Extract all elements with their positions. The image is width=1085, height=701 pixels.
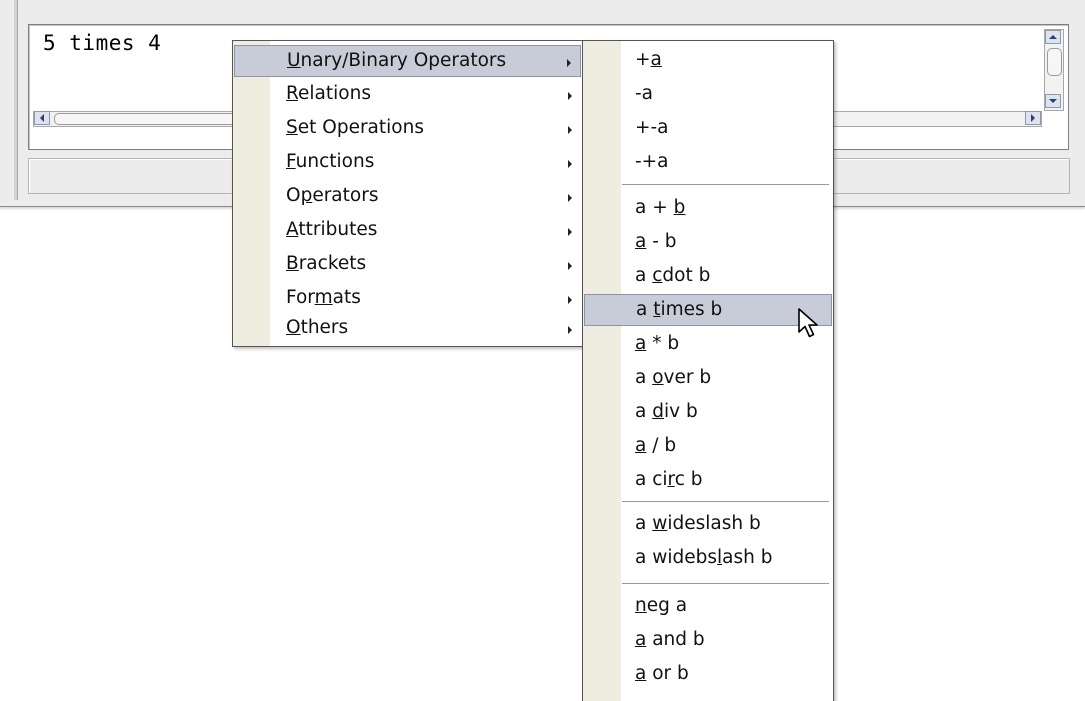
submenu-arrow-icon [568, 228, 572, 236]
submenu-item-neg-a[interactable]: neg a [584, 591, 832, 623]
submenu-item-a-and-b[interactable]: a and b [584, 625, 832, 657]
submenu-item-minusplus-a[interactable]: -+a [584, 147, 832, 179]
submenu-item-minus-a[interactable]: -a [584, 79, 832, 111]
submenu-item-plusminus-a[interactable]: +-a [584, 113, 832, 145]
scroll-down-icon[interactable] [1045, 94, 1061, 108]
menu-item-others[interactable]: Others [234, 313, 581, 345]
submenu-item-a-or-b[interactable]: a or b [584, 659, 832, 691]
submenu-item-a-wideslash-b[interactable]: a wideslash b [584, 509, 832, 541]
menu-item-relations[interactable]: Relations [234, 79, 581, 111]
scroll-up-icon[interactable] [1045, 30, 1061, 44]
menu-item-attributes[interactable]: Attributes [234, 215, 581, 247]
menu-separator [622, 501, 829, 502]
submenu-item-a-plus-b[interactable]: a + b [584, 193, 832, 225]
submenu-item-a-star-b[interactable]: a * b [584, 329, 832, 361]
unary-binary-operators-submenu: +a -a +-a -+a a + b a - b a cdot b a tim… [582, 40, 834, 701]
menu-item-functions[interactable]: Functions [234, 147, 581, 179]
submenu-arrow-icon [568, 126, 572, 134]
submenu-item-a-minus-b[interactable]: a - b [584, 227, 832, 259]
horizontal-scroll-thumb[interactable] [54, 113, 236, 125]
menu-separator [622, 583, 829, 584]
menu-item-unary-binary-operators[interactable]: Unary/Binary Operators [234, 45, 581, 77]
submenu-item-a-div-b[interactable]: a div b [584, 397, 832, 429]
submenu-arrow-icon [568, 296, 572, 304]
submenu-arrow-icon [567, 59, 571, 67]
command-text[interactable]: 5 times 4 [43, 31, 161, 55]
submenu-item-a-times-b[interactable]: a times b [584, 294, 832, 326]
window-edge [14, 0, 18, 200]
context-menu: Unary/Binary Operators Relations Set Ope… [232, 40, 583, 347]
menu-separator [622, 184, 829, 185]
scroll-right-icon[interactable] [1025, 111, 1041, 125]
submenu-arrow-icon [568, 326, 572, 334]
vertical-scroll-thumb[interactable] [1047, 48, 1062, 76]
vertical-scrollbar[interactable] [1044, 29, 1064, 111]
submenu-item-a-slash-b[interactable]: a / b [584, 431, 832, 463]
submenu-item-a-widebslash-b[interactable]: a widebslash b [584, 543, 832, 575]
submenu-item-plus-a[interactable]: +a [584, 45, 832, 77]
menu-item-formats[interactable]: Formats [234, 283, 581, 315]
submenu-item-a-over-b[interactable]: a over b [584, 363, 832, 395]
submenu-arrow-icon [568, 160, 572, 168]
submenu-arrow-icon [568, 92, 572, 100]
mouse-pointer-icon [798, 308, 818, 338]
submenu-arrow-icon [568, 194, 572, 202]
menu-item-operators[interactable]: Operators [234, 181, 581, 213]
scroll-left-icon[interactable] [34, 111, 50, 125]
submenu-item-a-circ-b[interactable]: a circ b [584, 465, 832, 497]
submenu-item-a-cdot-b[interactable]: a cdot b [584, 261, 832, 293]
menu-item-set-operations[interactable]: Set Operations [234, 113, 581, 145]
menu-item-brackets[interactable]: Brackets [234, 249, 581, 281]
submenu-arrow-icon [568, 262, 572, 270]
